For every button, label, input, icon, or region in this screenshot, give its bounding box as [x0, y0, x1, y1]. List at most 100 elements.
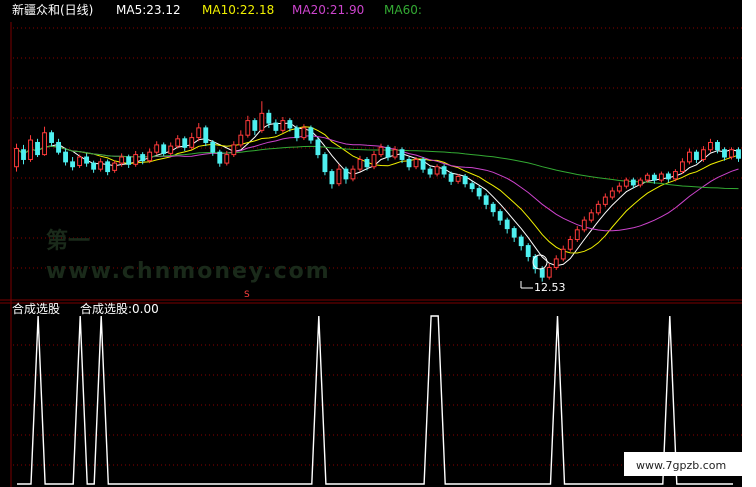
candle-body-10 — [84, 156, 90, 164]
indicator-value-label: 合成选股:0.00 — [80, 301, 159, 316]
candle-body-12 — [98, 161, 104, 170]
candle-body-35 — [259, 112, 265, 131]
candle-body-51 — [371, 154, 377, 168]
candle-body-70 — [504, 219, 510, 230]
candle-body-1 — [21, 149, 26, 160]
indicator-name: 合成选股 — [12, 301, 60, 316]
candle-body-83 — [595, 203, 601, 214]
chart-header: 新疆众和(日线) MA5:23.12 MA10:22.18 MA20:21.90… — [12, 2, 422, 17]
candle-body-65 — [469, 183, 475, 190]
ma5-label: MA5:23.12 — [116, 3, 181, 17]
candle-body-9 — [77, 156, 83, 167]
candle-body-101 — [722, 149, 727, 158]
candle-body-92 — [658, 173, 664, 181]
ma60-label: MA60: — [384, 3, 422, 17]
candle-body-77 — [553, 258, 559, 268]
candle-body-50 — [364, 158, 370, 168]
candle-body-7 — [63, 151, 68, 163]
candle-body-29 — [217, 151, 223, 164]
candle-body-72 — [518, 236, 524, 247]
candle-body-20 — [154, 144, 160, 153]
candle-body-95 — [679, 161, 685, 173]
candle-body-23 — [175, 138, 181, 147]
ma20-label: MA20:21.90 — [292, 3, 364, 17]
candle-body-80 — [574, 229, 580, 241]
candle-body-58 — [420, 158, 426, 170]
candle-body-94 — [672, 171, 678, 180]
candle-body-40 — [294, 127, 300, 139]
candle-body-37 — [273, 122, 279, 131]
candle-body-2 — [28, 139, 33, 160]
candle-body-3 — [35, 141, 40, 156]
candle-body-13 — [105, 161, 111, 173]
candle-body-15 — [119, 156, 125, 164]
candle-body-49 — [357, 158, 363, 170]
candle-body-47 — [343, 168, 349, 180]
candle-body-102 — [729, 149, 734, 158]
candle-body-55 — [399, 149, 405, 160]
candle-body-19 — [147, 151, 153, 162]
candle-body-4 — [42, 132, 47, 156]
candle-body-71 — [511, 228, 517, 238]
candle-body-18 — [140, 154, 146, 162]
candle-body-6 — [56, 141, 61, 153]
candle-body-21 — [161, 144, 167, 154]
candle-body-27 — [203, 127, 209, 143]
candle-body-85 — [609, 190, 615, 198]
candle-body-99 — [708, 141, 713, 151]
candle-body-75 — [539, 268, 545, 278]
candle-body-91 — [651, 174, 657, 181]
candle-body-76 — [546, 266, 552, 278]
candle-body-97 — [694, 151, 699, 160]
stock-title: 新疆众和(日线) — [12, 2, 93, 17]
candle-body-8 — [70, 161, 76, 168]
candle-body-93 — [665, 173, 671, 180]
candle-body-32 — [238, 134, 244, 146]
candle-body-96 — [687, 151, 692, 163]
candle-body-86 — [616, 185, 622, 192]
candle-body-69 — [497, 211, 503, 221]
candle-body-57 — [413, 158, 419, 168]
candle-body-89 — [637, 179, 643, 186]
candle-body-24 — [182, 138, 188, 148]
candle-body-0 — [14, 148, 19, 168]
candle-body-63 — [455, 175, 461, 182]
candle-body-59 — [427, 168, 433, 175]
candle-body-54 — [392, 149, 398, 158]
candle-body-46 — [336, 168, 342, 185]
candle-body-67 — [483, 195, 489, 205]
candle-body-31 — [231, 144, 237, 156]
candle-body-30 — [224, 154, 230, 164]
candle-body-11 — [91, 162, 97, 170]
low-price-label: 12.53 — [534, 281, 566, 294]
candle-body-103 — [736, 149, 741, 159]
candle-body-25 — [189, 137, 195, 148]
candle-body-100 — [715, 141, 720, 151]
ma10-label: MA10:22.18 — [202, 3, 274, 17]
candle-body-22 — [168, 145, 174, 154]
candle-body-90 — [644, 174, 650, 181]
chart-background — [0, 0, 742, 487]
candle-body-26 — [196, 127, 202, 139]
candle-body-36 — [266, 112, 272, 124]
candle-body-73 — [525, 245, 531, 258]
candle-body-44 — [322, 154, 328, 173]
chart-canvas: 第一 www.chnmoney.com 12.53 S 新疆众和(日线) MA5… — [0, 0, 756, 487]
candle-body-16 — [126, 156, 132, 165]
candle-body-39 — [287, 120, 293, 129]
candle-body-68 — [490, 203, 496, 213]
candle-body-87 — [623, 179, 629, 187]
candle-body-48 — [350, 168, 356, 180]
candle-body-28 — [210, 141, 216, 153]
candle-body-62 — [448, 173, 454, 182]
candle-body-61 — [441, 166, 447, 175]
candle-body-88 — [630, 179, 636, 186]
candle-body-84 — [602, 196, 608, 205]
candle-body-14 — [112, 162, 118, 171]
candle-body-42 — [308, 127, 314, 141]
candle-body-82 — [588, 212, 594, 221]
candle-body-60 — [434, 166, 440, 175]
candle-body-38 — [280, 120, 286, 131]
site-label: www.7gpzb.com — [636, 459, 726, 472]
candle-body-5 — [49, 132, 54, 143]
